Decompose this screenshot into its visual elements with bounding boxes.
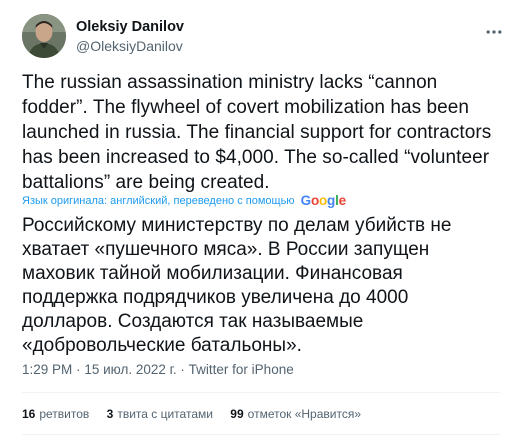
avatar-image (22, 14, 66, 58)
tweet-text: The russian assassination ministry lacks… (22, 72, 492, 193)
more-horizontal-icon[interactable] (484, 22, 504, 42)
tweet-metadata: 1:29 PM · 15 июл. 2022 г. · Twitter for … (22, 361, 294, 379)
quotes-stat[interactable]: 3 твита с цитатами (107, 405, 213, 423)
retweets-stat[interactable]: 16 ретвитов (22, 405, 89, 423)
divider (22, 392, 500, 393)
author-names: Oleksiy Danilov @OleksiyDanilov (76, 18, 184, 55)
tweet-date[interactable]: 15 июл. 2022 г. (84, 362, 176, 377)
tweet-time[interactable]: 1:29 PM (22, 362, 72, 377)
divider (22, 434, 500, 435)
retweets-count: 16 (22, 407, 36, 421)
tweet-source[interactable]: Twitter for iPhone (189, 362, 294, 377)
google-logo: Google (300, 193, 347, 208)
meta-separator: · (180, 362, 185, 377)
translation-attribution: Язык оригинала: английский, переведено с… (22, 193, 492, 209)
author-handle[interactable]: @OleksiyDanilov (76, 37, 184, 55)
translation-label[interactable]: Язык оригинала: английский, переведено с… (22, 195, 295, 207)
likes-count: 99 (230, 407, 244, 421)
likes-label: отметок «Нравится» (247, 407, 362, 421)
translated-tweet-text: Российскому министерству по делам убийст… (22, 215, 452, 356)
tweet-card: Oleksiy Danilov @OleksiyDanilov The russ… (0, 0, 521, 447)
retweets-label: ретвитов (39, 407, 90, 421)
author-display-name[interactable]: Oleksiy Danilov (76, 18, 184, 36)
meta-separator: · (76, 362, 81, 377)
tweet-header: Oleksiy Danilov @OleksiyDanilov (22, 14, 512, 66)
avatar[interactable] (22, 14, 66, 58)
tweet-stats: 16 ретвитов 3 твита с цитатами 99 отметок «… (22, 405, 375, 423)
quotes-label: твита с цитатами (117, 407, 213, 421)
quotes-count: 3 (106, 407, 114, 421)
likes-stat[interactable]: 99 отметок «Нравится» (230, 405, 361, 423)
